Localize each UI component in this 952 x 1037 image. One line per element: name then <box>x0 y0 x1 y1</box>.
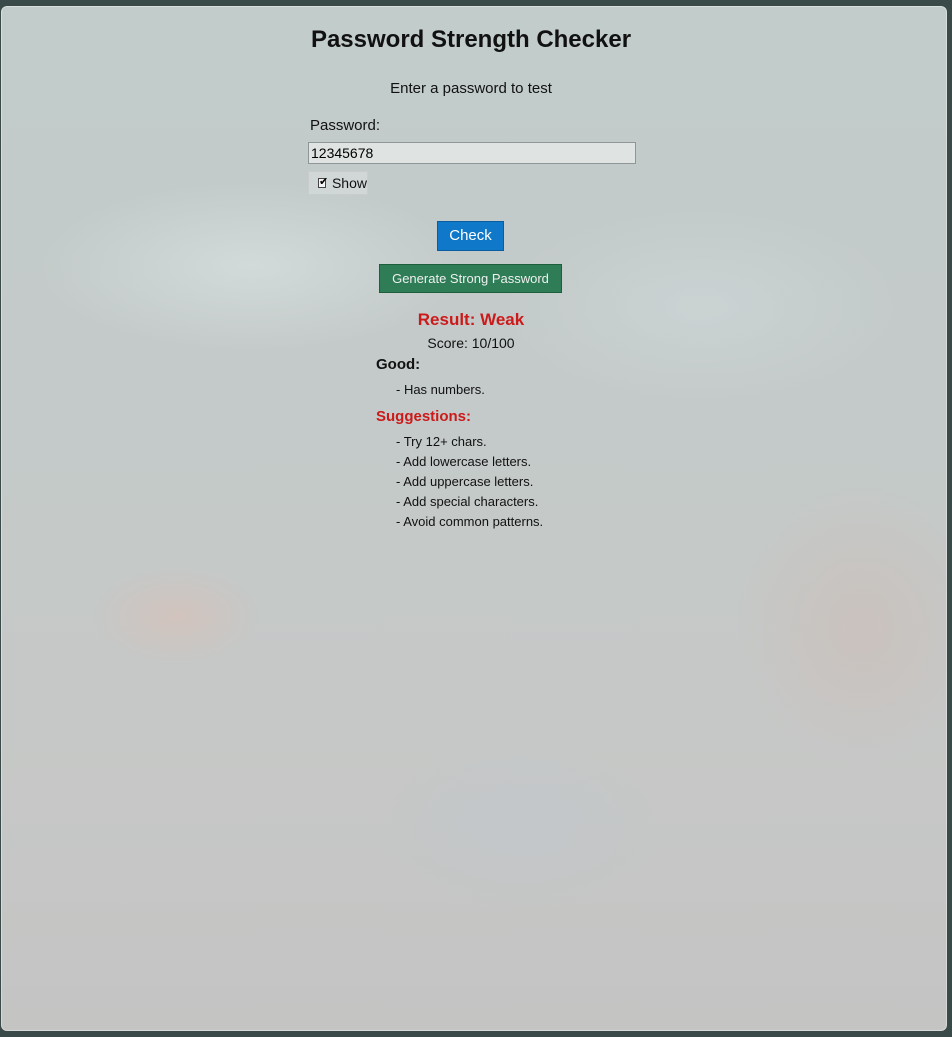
check-icon: ✔ <box>319 175 329 188</box>
good-item: - Has numbers. <box>396 382 485 397</box>
check-button[interactable]: Check <box>437 221 504 251</box>
good-list: - Has numbers. <box>396 380 485 400</box>
password-input[interactable] <box>308 142 636 164</box>
suggestion-item: - Add special characters. <box>396 494 539 509</box>
suggestion-item: - Avoid common patterns. <box>396 514 544 529</box>
suggestions-list: - Try 12+ chars. - Add lowercase letters… <box>396 432 543 532</box>
checkbox-box[interactable]: ✔ <box>318 175 329 188</box>
show-label: Show <box>331 175 367 191</box>
suggestion-item: - Add lowercase letters. <box>396 454 532 469</box>
suggestion-item: - Add uppercase letters. <box>396 474 534 489</box>
generate-password-button[interactable]: Generate Strong Password <box>379 264 562 293</box>
page-subtitle: Enter a password to test <box>390 80 552 97</box>
result-heading: Result: Weak <box>417 310 525 329</box>
page-title: Password Strength Checker <box>310 26 632 53</box>
suggestions-heading: Suggestions: <box>376 408 472 425</box>
password-label: Password: <box>310 117 381 134</box>
show-password-checkbox[interactable]: ✔ Show <box>308 171 368 195</box>
app-window: Password Strength Checker Enter a passwo… <box>1 6 947 1031</box>
good-heading: Good: <box>376 356 421 373</box>
suggestion-item: - Try 12+ chars. <box>396 434 487 449</box>
score-text: Score: 10/100 <box>427 335 515 351</box>
